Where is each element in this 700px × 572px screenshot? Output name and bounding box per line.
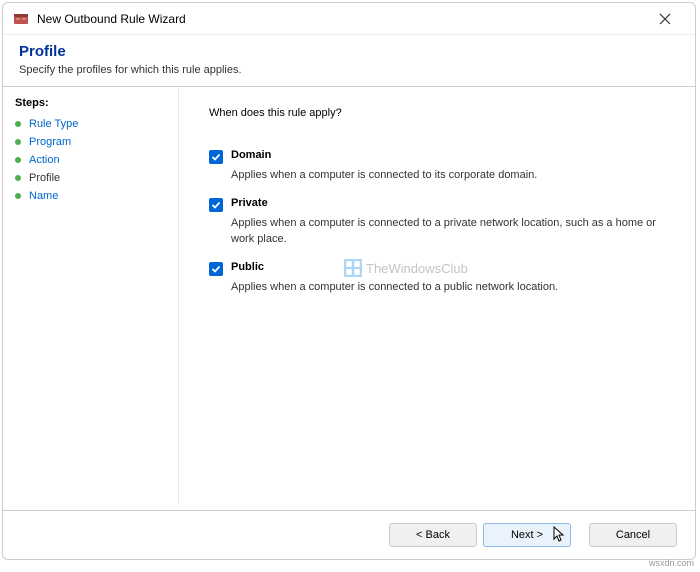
checkbox-desc: Applies when a computer is connected to …: [231, 168, 665, 183]
button-bar: < Back Next > Cancel: [389, 523, 677, 547]
step-label: Action: [29, 154, 60, 166]
checkbox-domain-row: Domain: [209, 149, 665, 164]
window-title: New Outbound Rule Wizard: [37, 12, 645, 26]
close-button[interactable]: [645, 3, 685, 35]
step-program[interactable]: Program: [15, 133, 166, 151]
question-text: When does this rule apply?: [209, 107, 665, 119]
close-icon: [659, 13, 671, 25]
check-icon: [211, 264, 221, 274]
cancel-button[interactable]: Cancel: [589, 523, 677, 547]
next-button[interactable]: Next >: [483, 523, 571, 547]
bullet-icon: [15, 175, 21, 181]
checkbox-desc: Applies when a computer is connected to …: [231, 280, 665, 295]
steps-heading: Steps:: [15, 97, 166, 109]
checkbox-label: Public: [231, 261, 264, 273]
step-label: Program: [29, 136, 71, 148]
footer-divider: [3, 510, 695, 511]
steps-sidebar: Steps: Rule Type Program Action Profile …: [3, 87, 178, 505]
wizard-header: Profile Specify the profiles for which t…: [3, 35, 695, 86]
titlebar: New Outbound Rule Wizard: [3, 3, 695, 35]
check-icon: [211, 200, 221, 210]
step-action[interactable]: Action: [15, 151, 166, 169]
checkbox-label: Private: [231, 197, 268, 209]
bullet-icon: [15, 193, 21, 199]
checkbox-desc: Applies when a computer is connected to …: [231, 216, 665, 247]
firewall-icon: [13, 11, 29, 27]
step-rule-type[interactable]: Rule Type: [15, 115, 166, 133]
attribution-text: wsxdn.com: [649, 558, 694, 568]
checkbox-public-row: Public: [209, 261, 665, 276]
wizard-window: New Outbound Rule Wizard Profile Specify…: [2, 2, 696, 560]
checkbox-domain[interactable]: [209, 150, 223, 164]
bullet-icon: [15, 139, 21, 145]
checkbox-private-row: Private: [209, 197, 665, 212]
wizard-body: Steps: Rule Type Program Action Profile …: [3, 87, 695, 505]
checkbox-public[interactable]: [209, 262, 223, 276]
step-name[interactable]: Name: [15, 187, 166, 205]
back-button[interactable]: < Back: [389, 523, 477, 547]
step-label: Rule Type: [29, 118, 78, 130]
bullet-icon: [15, 121, 21, 127]
check-icon: [211, 152, 221, 162]
step-profile[interactable]: Profile: [15, 169, 166, 187]
page-subtitle: Specify the profiles for which this rule…: [19, 64, 679, 76]
step-label: Profile: [29, 172, 60, 184]
page-title: Profile: [19, 43, 679, 60]
wizard-content: When does this rule apply? Domain Applie…: [178, 87, 695, 505]
bullet-icon: [15, 157, 21, 163]
checkbox-label: Domain: [231, 149, 271, 161]
checkbox-private[interactable]: [209, 198, 223, 212]
step-label: Name: [29, 190, 58, 202]
